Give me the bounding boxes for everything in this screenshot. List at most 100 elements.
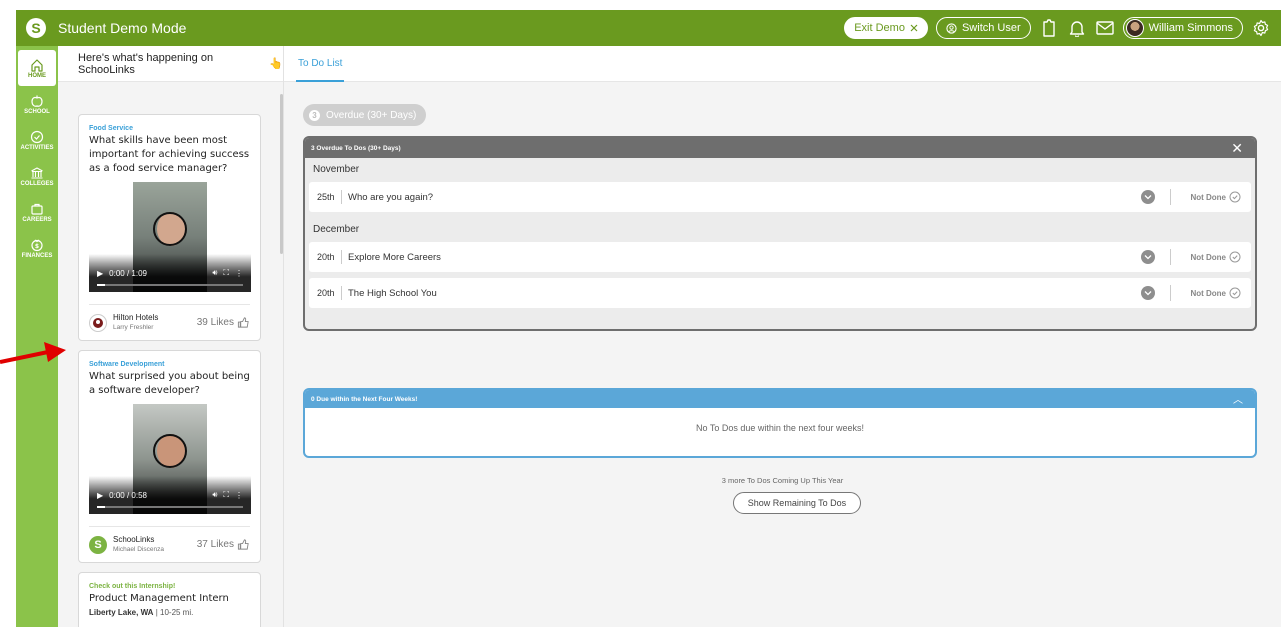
likes-count: 39 Likes	[196, 317, 234, 328]
main-content: To Do List 3 Overdue (30+ Days) 3 Overdu…	[284, 46, 1281, 627]
video-time: 0:00 / 0:58	[109, 490, 147, 500]
sidebar-item-careers[interactable]: CAREERS	[16, 194, 58, 230]
sidebar-item-school[interactable]: SCHOOL	[16, 86, 58, 122]
hilton-logo	[89, 313, 107, 332]
thumbs-up-icon	[237, 317, 249, 328]
internship-card[interactable]: Check out this Internship! Product Manag…	[78, 572, 261, 627]
sidebar-item-finances[interactable]: $ FINANCES	[16, 230, 58, 266]
sidebar-item-activities[interactable]: ACTIVITIES	[16, 122, 58, 158]
fullscreen-icon[interactable]: ⛶	[223, 490, 229, 500]
bell-icon[interactable]	[1067, 18, 1087, 38]
switch-user-button[interactable]: Switch User	[935, 17, 1031, 39]
video-player[interactable]: ▶ 0:00 / 0:58 🔊︎ ⛶ ⋮	[89, 404, 251, 514]
chevron-up-icon[interactable]: ︿	[1233, 391, 1243, 406]
video-controls: ▶ 0:00 / 0:58 🔊︎ ⛶ ⋮	[89, 476, 251, 514]
video-progress-bar[interactable]	[97, 506, 243, 508]
overdue-panel: 3 Overdue To Dos (30+ Days) ✕ November 2…	[303, 136, 1257, 331]
todo-title: The High School You	[348, 287, 437, 299]
org-name: Hilton Hotels	[113, 313, 159, 322]
overdue-filter-chip[interactable]: 3 Overdue (30+ Days)	[303, 104, 427, 126]
user-circle-icon	[946, 22, 957, 34]
volume-icon[interactable]: 🔊︎	[212, 268, 217, 278]
mail-icon[interactable]	[1095, 18, 1115, 38]
show-remaining-button[interactable]: Show Remaining To Dos	[733, 492, 861, 514]
app-title: Student Demo Mode	[58, 20, 187, 36]
briefcase-icon	[31, 203, 43, 215]
thumbs-up-icon	[237, 539, 249, 550]
feed-card[interactable]: Software Development What surprised you …	[78, 350, 261, 563]
card-category: Food Service	[89, 125, 133, 132]
video-controls: ▶ 0:00 / 1:09 🔊︎ ⛶ ⋮	[89, 254, 251, 292]
left-gutter	[0, 0, 16, 627]
todo-status-label: Not Done	[1190, 252, 1226, 262]
sidebar-item-label: CAREERS	[22, 216, 52, 223]
sidebar-item-colleges[interactable]: COLLEGES	[16, 158, 58, 194]
todo-row[interactable]: 20th The High School You Not Done	[309, 278, 1251, 308]
divider	[1170, 285, 1171, 301]
like-button[interactable]: 39 Likes	[197, 316, 250, 329]
check-circle-icon	[30, 130, 44, 143]
overdue-panel-title: 3 Overdue To Dos (30+ Days)	[311, 144, 401, 152]
card-title: What skills have been most important for…	[89, 135, 250, 174]
todo-day: 20th	[309, 286, 342, 300]
building-icon	[31, 166, 43, 179]
todo-status[interactable]: Not Done	[1190, 278, 1241, 308]
money-icon: $	[31, 239, 43, 251]
more-todos-text: 3 more To Dos Coming Up This Year	[721, 476, 844, 485]
sidebar-item-home[interactable]: HOME	[18, 50, 56, 86]
more-options-icon[interactable]: ⋮	[235, 269, 243, 278]
todo-row[interactable]: 20th Explore More Careers Not Done	[309, 242, 1251, 272]
volume-icon[interactable]: 🔊︎	[212, 490, 217, 500]
tab-todo-list[interactable]: To Do List	[296, 46, 345, 82]
top-bar: S Student Demo Mode Exit Demo Switch Use…	[16, 10, 1281, 46]
overdue-count-badge: 3	[309, 109, 320, 121]
gear-icon[interactable]	[1251, 18, 1271, 38]
app-frame: S Student Demo Mode Exit Demo Switch Use…	[16, 10, 1281, 627]
todo-status[interactable]: Not Done	[1190, 182, 1241, 212]
chevron-down-icon[interactable]	[1141, 250, 1155, 264]
chevron-down-icon[interactable]	[1141, 286, 1155, 300]
play-icon[interactable]: ▶	[97, 269, 103, 278]
more-options-icon[interactable]: ⋮	[235, 491, 243, 500]
close-icon[interactable]: ✕	[1231, 140, 1243, 157]
pointing-hand-icon: 👆	[269, 58, 283, 70]
org-name: SchooLinks	[113, 535, 155, 544]
sidebar-item-label: SCHOOL	[24, 108, 50, 115]
todo-day: 25th	[309, 190, 342, 204]
loading-spinner-icon	[153, 212, 187, 246]
card-footer: S SchooLinks Michael Discenza 37 Likes	[89, 526, 250, 554]
likes-count: 37 Likes	[196, 539, 234, 550]
card-category: Check out this Internship!	[89, 583, 176, 590]
topbar-actions: Exit Demo Switch User William Simmons	[844, 10, 1271, 46]
month-heading: December	[313, 224, 360, 235]
todo-day: 20th	[309, 250, 342, 264]
schoolinks-logo[interactable]: S	[26, 18, 46, 38]
like-button[interactable]: 37 Likes	[197, 538, 250, 551]
todo-status-label: Not Done	[1190, 288, 1226, 298]
sidebar-item-label: HOME	[28, 72, 46, 79]
todo-row[interactable]: 25th Who are you again? Not Done	[309, 182, 1251, 212]
exit-demo-label: Exit Demo	[854, 22, 905, 34]
sidebar: HOME SCHOOL ACTIVITIES COLLEGES CAREERS …	[16, 46, 58, 627]
card-title: What surprised you about being a softwar…	[89, 371, 250, 396]
activity-feed: Here's what's happening on SchooLinks 👆 …	[58, 46, 284, 627]
video-progress-bar[interactable]	[97, 284, 243, 286]
chevron-down-icon[interactable]	[1141, 190, 1155, 204]
fullscreen-icon[interactable]: ⛶	[223, 268, 229, 278]
switch-user-label: Switch User	[961, 22, 1021, 34]
exit-demo-button[interactable]: Exit Demo	[844, 17, 928, 39]
check-circle-icon	[1229, 287, 1241, 299]
video-time: 0:00 / 1:09	[109, 268, 147, 278]
month-heading: November	[313, 164, 360, 175]
clipboard-icon[interactable]	[1039, 18, 1059, 38]
tab-bar: To Do List	[284, 46, 1281, 82]
video-player[interactable]: ▶ 0:00 / 1:09 🔊︎ ⛶ ⋮	[89, 182, 251, 292]
check-circle-icon	[1229, 251, 1241, 263]
feed-card[interactable]: Food Service What skills have been most …	[78, 114, 261, 341]
feed-scrollbar[interactable]	[280, 94, 283, 254]
play-icon[interactable]: ▶	[97, 491, 103, 500]
location-text: Liberty Lake, WA	[89, 608, 154, 617]
user-menu-button[interactable]: William Simmons	[1122, 17, 1243, 39]
todo-status[interactable]: Not Done	[1190, 242, 1241, 272]
avatar	[1125, 19, 1144, 37]
